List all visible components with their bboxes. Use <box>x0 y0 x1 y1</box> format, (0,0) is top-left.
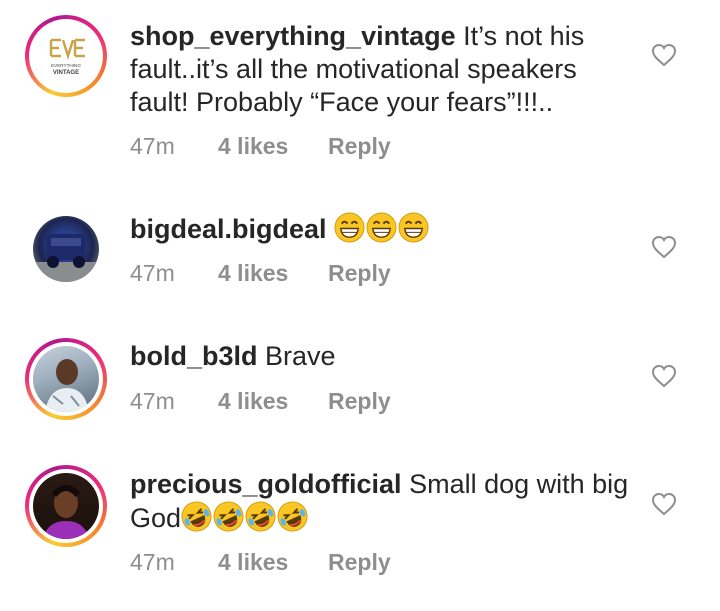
comment-body: Brave <box>265 341 336 371</box>
rolling-laughing-face-emoji-icon <box>245 501 276 532</box>
avatar-story-ring[interactable] <box>25 338 107 420</box>
avatar <box>33 473 99 539</box>
username-link[interactable]: bold_b3ld <box>130 341 258 371</box>
username-link[interactable]: precious_goldofficial <box>130 469 402 499</box>
username-link[interactable]: bigdeal.bigdeal <box>130 214 327 244</box>
rolling-laughing-face-emoji-icon <box>277 501 308 532</box>
comment-meta: 47m 4 likes Reply <box>130 549 391 576</box>
grinning-face-emoji-icon <box>334 212 365 243</box>
emoji-group <box>181 501 309 533</box>
timestamp: 47m <box>130 549 175 575</box>
svg-text:EVERYTHING: EVERYTHING <box>51 63 81 68</box>
reply-button[interactable]: Reply <box>328 260 391 287</box>
emoji-group <box>334 212 430 244</box>
username-link[interactable]: shop_everything_vintage <box>130 21 456 51</box>
likes-count[interactable]: 4 likes <box>218 388 328 415</box>
reply-button[interactable]: Reply <box>328 388 391 415</box>
avatar <box>33 346 99 412</box>
comment-meta: 47m 4 likes Reply <box>130 388 391 415</box>
timestamp: 47m <box>130 260 175 286</box>
svg-text:VINTAGE: VINTAGE <box>53 70 79 76</box>
grinning-face-emoji-icon <box>398 212 429 243</box>
comment-text: shop_everything_vintage It’s not his fau… <box>130 20 630 119</box>
comment-meta: 47m 4 likes Reply <box>130 260 391 287</box>
likes-count[interactable]: 4 likes <box>218 260 328 287</box>
heart-icon[interactable] <box>651 235 677 259</box>
heart-icon[interactable] <box>651 43 677 67</box>
avatar-story-ring[interactable]: EVERYTHING VINTAGE <box>25 15 107 97</box>
avatar <box>33 216 99 282</box>
comment-text: precious_goldofficial Small dog with big… <box>130 468 630 535</box>
reply-button[interactable]: Reply <box>328 133 391 160</box>
likes-count[interactable]: 4 likes <box>218 133 328 160</box>
heart-icon[interactable] <box>651 492 677 516</box>
person-photo-icon <box>43 485 89 539</box>
avatar-ring[interactable] <box>25 208 107 290</box>
car-photo-icon <box>33 234 99 282</box>
rolling-laughing-face-emoji-icon <box>213 501 244 532</box>
timestamp: 47m <box>130 133 175 159</box>
comment-meta: 47m 4 likes Reply <box>130 133 391 160</box>
heart-icon[interactable] <box>651 364 677 388</box>
avatar-story-ring[interactable] <box>25 465 107 547</box>
person-photo-icon <box>45 359 89 412</box>
rolling-laughing-face-emoji-icon <box>181 501 212 532</box>
timestamp: 47m <box>130 388 175 414</box>
reply-button[interactable]: Reply <box>328 549 391 576</box>
comment-text: bold_b3ld Brave <box>130 340 630 373</box>
likes-count[interactable]: 4 likes <box>218 549 328 576</box>
brand-logo-icon: EVERYTHING VINTAGE <box>49 38 85 76</box>
grinning-face-emoji-icon <box>366 212 397 243</box>
comment-text: bigdeal.bigdeal <box>130 212 630 246</box>
avatar: EVERYTHING VINTAGE <box>33 23 99 89</box>
